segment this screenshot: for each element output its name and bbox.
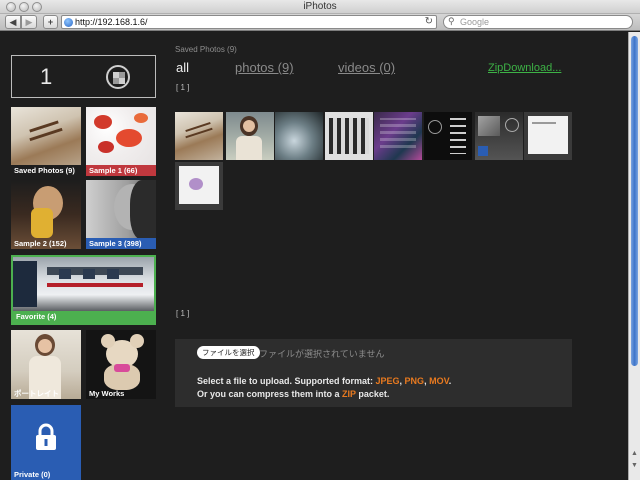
photo-thumbnail[interactable]: [325, 112, 373, 160]
album-caption: Favorite (4): [13, 311, 154, 323]
album-favorite[interactable]: Favorite (4): [11, 255, 156, 325]
upload-text: packet.: [355, 389, 390, 399]
upload-panel: ファイルを選択 ファイルが選択されていません Select a file to …: [175, 339, 572, 407]
format-zip: ZIP: [342, 389, 356, 399]
search-field[interactable]: ⚲: [443, 15, 633, 29]
upload-text: Or you can compress them into a: [197, 389, 343, 399]
album-sample-3[interactable]: Sample 3 (398): [86, 180, 156, 249]
album-caption: Saved Photos (9): [11, 165, 81, 176]
album-my-works[interactable]: My Works: [86, 330, 156, 399]
page-scrollbar[interactable]: ▲ ▼: [628, 32, 640, 480]
photo-thumbnail[interactable]: [175, 112, 223, 160]
zip-instructions: Or you can compress them into a ZIP pack…: [197, 389, 389, 399]
forward-arrow-icon: ▶: [25, 17, 33, 27]
back-button[interactable]: ◀: [5, 15, 21, 29]
format-mov: MOV: [429, 376, 449, 386]
scrollbar-thumb[interactable]: [631, 36, 638, 366]
photo-thumbnail[interactable]: [374, 112, 422, 160]
album-private[interactable]: Private (0): [11, 405, 81, 480]
album-sample-1[interactable]: Sample 1 (66): [86, 107, 156, 176]
upload-instructions: Select a file to upload. Supported forma…: [197, 376, 451, 386]
choose-file-button[interactable]: ファイルを選択: [197, 346, 260, 359]
upload-text: Select a file to upload. Supported forma…: [197, 376, 376, 386]
album-caption: My Works: [89, 389, 125, 398]
grid-view-icon[interactable]: [106, 65, 130, 89]
album-caption: Sample 3 (398): [86, 238, 156, 249]
tab-videos[interactable]: videos (0): [338, 60, 395, 75]
globe-icon: [64, 18, 73, 27]
plus-icon: +: [47, 17, 54, 27]
zip-download-link[interactable]: ZipDownload...: [488, 62, 561, 74]
window-titlebar: iPhotos: [0, 0, 640, 14]
album-sample-2[interactable]: Sample 2 (152): [11, 180, 81, 249]
page-content: 1 Saved Photos (9) Sample 1 (66) Sample …: [0, 32, 628, 480]
lock-icon: [36, 423, 56, 450]
address-bar[interactable]: http://192.168.1.6/ ↻: [61, 15, 437, 29]
reload-icon[interactable]: ↻: [425, 16, 433, 27]
photo-thumbnail[interactable]: [524, 112, 572, 160]
pager-top[interactable]: [ 1 ]: [176, 83, 189, 92]
album-caption: ポートレイト: [14, 389, 59, 398]
search-icon: ⚲: [448, 16, 455, 26]
scroll-down-icon[interactable]: ▼: [630, 462, 639, 469]
pager-bottom[interactable]: [ 1 ]: [176, 309, 189, 318]
format-jpeg: JPEG: [375, 376, 400, 386]
tab-photos[interactable]: photos (9): [235, 60, 294, 75]
upload-text: .: [448, 376, 452, 386]
album-caption: Sample 1 (66): [86, 165, 156, 176]
back-arrow-icon: ◀: [9, 17, 17, 27]
format-png: PNG: [404, 376, 425, 386]
window-title: iPhotos: [303, 1, 337, 12]
photo-thumbnail[interactable]: [275, 112, 323, 160]
scroll-up-icon[interactable]: ▲: [630, 450, 639, 457]
album-thumbnail: [13, 257, 154, 311]
photo-counter-tile[interactable]: 1: [11, 55, 156, 98]
section-title: Saved Photos (9): [175, 45, 237, 54]
url-text[interactable]: http://192.168.1.6/: [75, 17, 148, 27]
photo-thumbnail[interactable]: [175, 162, 223, 210]
album-portrait[interactable]: ポートレイト: [11, 330, 81, 399]
search-input[interactable]: [460, 16, 620, 28]
photo-thumbnail[interactable]: [226, 112, 274, 160]
counter-value: 1: [40, 64, 53, 89]
photo-thumbnail[interactable]: [475, 112, 523, 160]
photo-thumbnail[interactable]: [424, 112, 472, 160]
forward-button[interactable]: ▶: [21, 15, 37, 29]
tab-all[interactable]: all: [176, 60, 189, 75]
add-bookmark-button[interactable]: +: [43, 15, 58, 29]
file-status: ファイルが選択されていません: [259, 349, 385, 359]
album-saved-photos[interactable]: Saved Photos (9): [11, 107, 81, 176]
browser-toolbar: ◀ ▶ + http://192.168.1.6/ ↻ ⚲: [0, 14, 640, 31]
album-caption: Sample 2 (152): [14, 239, 67, 248]
album-caption: Private (0): [11, 469, 81, 480]
